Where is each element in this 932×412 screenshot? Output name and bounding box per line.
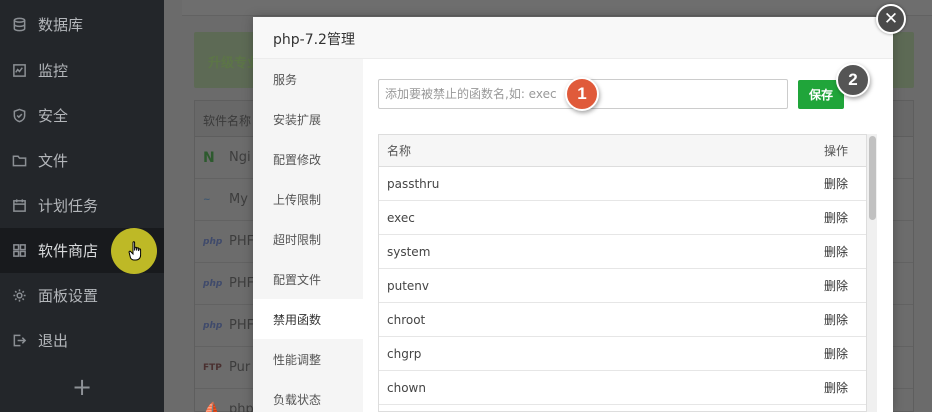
nav-item-service[interactable]: 服务	[253, 59, 363, 99]
scrollbar-thumb[interactable]	[869, 136, 876, 220]
function-name: chown	[387, 380, 426, 395]
sidebar-item-database[interactable]: 数据库	[0, 2, 164, 47]
calendar-icon	[0, 198, 38, 213]
nav-item-config-edit[interactable]: 配置修改	[253, 139, 363, 179]
software-name: Ngi	[229, 150, 251, 165]
table-row: chgrp 删除	[379, 337, 866, 371]
table-row: exec 删除	[379, 201, 866, 235]
php-icon: php	[203, 278, 223, 289]
sidebar-item-logout[interactable]: 退出	[0, 318, 164, 363]
table-row: chroot 删除	[379, 303, 866, 337]
modal-title: php-7.2管理	[253, 17, 893, 59]
function-name: passthru	[387, 176, 440, 191]
function-name: system	[387, 244, 431, 259]
shield-icon	[0, 108, 38, 123]
sidebar-item-monitor[interactable]: 监控	[0, 48, 164, 93]
php-icon: php	[203, 320, 223, 331]
nav-item-config-file[interactable]: 配置文件	[253, 259, 363, 299]
table-row: chown 删除	[379, 371, 866, 405]
table-scrollbar[interactable]	[867, 134, 877, 412]
sidebar-item-label: 面板设置	[38, 287, 99, 305]
column-header-action: 操作	[823, 144, 848, 158]
software-name: PHF	[229, 234, 255, 249]
sidebar-item-cron[interactable]: 计划任务	[0, 183, 164, 228]
nav-item-install-extension[interactable]: 安装扩展	[253, 99, 363, 139]
sidebar-item-files[interactable]: 文件	[0, 138, 164, 183]
sidebar-item-label: 软件商店	[38, 242, 99, 260]
sidebar-item-label: 数据库	[38, 16, 84, 34]
column-header-name: 名称	[387, 144, 412, 158]
sidebar-item-label: 监控	[38, 62, 69, 80]
sidebar-item-label: 计划任务	[38, 197, 99, 215]
delete-link[interactable]: 删除	[806, 175, 866, 192]
step-badge-2: 2	[836, 63, 870, 97]
function-name: putenv	[387, 278, 430, 293]
sidebar-item-label: 文件	[38, 152, 69, 170]
table-row: system 删除	[379, 235, 866, 269]
nav-item-upload-limit[interactable]: 上传限制	[253, 179, 363, 219]
nav-item-timeout-limit[interactable]: 超时限制	[253, 219, 363, 259]
software-name: PHF	[229, 318, 255, 333]
nav-item-performance[interactable]: 性能调整	[253, 339, 363, 379]
delete-link[interactable]: 删除	[806, 209, 866, 226]
software-name: PHF	[229, 276, 255, 291]
software-name: My	[229, 192, 248, 207]
nginx-icon: N	[203, 149, 215, 166]
delete-link[interactable]: 删除	[806, 345, 866, 362]
logout-icon	[0, 333, 38, 348]
delete-link[interactable]: 删除	[806, 277, 866, 294]
close-icon[interactable]: ✕	[876, 4, 906, 34]
function-name: exec	[387, 210, 415, 225]
delete-link[interactable]: 删除	[806, 243, 866, 260]
step-badge-1: 1	[565, 77, 599, 111]
monitor-icon	[0, 63, 38, 78]
software-name: Pur	[229, 360, 251, 375]
php-icon: php	[203, 236, 223, 247]
software-name: php	[229, 402, 254, 412]
table-row: passthru 删除	[379, 167, 866, 201]
database-icon	[0, 17, 38, 32]
delete-link[interactable]: 删除	[806, 311, 866, 328]
function-name: chroot	[387, 312, 426, 327]
nav-item-disabled-functions[interactable]: 禁用函数	[253, 299, 363, 339]
hand-cursor-icon	[128, 241, 142, 261]
php-manager-modal: php-7.2管理 服务 安装扩展 配置修改 上传限制 超时限制 配置文件 禁用…	[253, 17, 893, 412]
mysql-icon: ~	[203, 194, 211, 205]
page-topbar	[182, 0, 932, 16]
sidebar-item-security[interactable]: 安全	[0, 93, 164, 138]
sidebar-item-panel-settings[interactable]: 面板设置	[0, 273, 164, 318]
ftp-icon: FTP	[203, 362, 222, 373]
sidebar-add-button[interactable]: +	[0, 362, 164, 412]
folder-icon	[0, 153, 38, 168]
apache-icon: ⛵	[203, 401, 221, 412]
table-header: 名称 操作	[379, 135, 866, 167]
function-name: chgrp	[387, 346, 422, 361]
sidebar: 数据库 监控 安全 文件 计划任务 软件商店 面板设置 退出 +	[0, 0, 164, 412]
grid-icon	[0, 243, 38, 258]
gear-icon	[0, 288, 38, 303]
table-row: putenv 删除	[379, 269, 866, 303]
sidebar-item-label: 退出	[38, 332, 69, 350]
delete-link[interactable]: 删除	[806, 379, 866, 396]
nav-item-load-status[interactable]: 负载状态	[253, 379, 363, 412]
modal-nav: 服务 安装扩展 配置修改 上传限制 超时限制 配置文件 禁用函数 性能调整 负载…	[253, 59, 363, 412]
sidebar-item-label: 安全	[38, 107, 69, 125]
disabled-functions-table: 名称 操作 passthru 删除 exec 删除 system 删除 pute…	[378, 134, 867, 412]
